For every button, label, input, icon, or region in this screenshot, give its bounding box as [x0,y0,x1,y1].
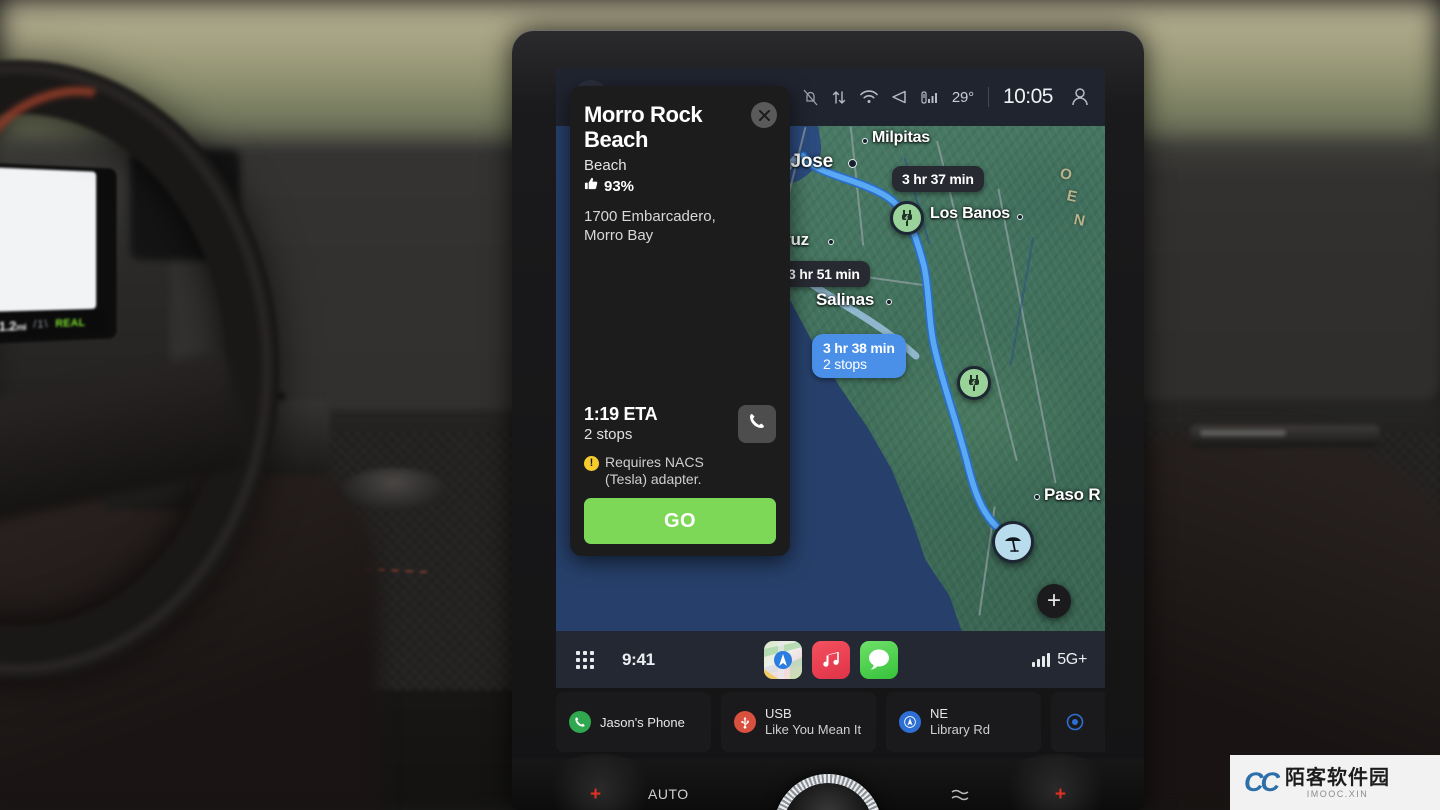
usb-icon [734,711,756,733]
quick-card-navigation-text: NE Library Rd [930,706,990,737]
wifi-icon [860,90,878,104]
eta-row: 1:19 ETA 2 stops [584,404,776,443]
map-city-dot [886,299,892,305]
route-selected-duration: 3 hr 38 min [823,340,895,356]
map-city-label: Los Banos [930,205,1010,222]
route-selected-stops: 2 stops [823,356,867,372]
map-zoom-in-button[interactable]: + [1037,584,1071,618]
map-city-dot [862,138,868,144]
driver-temp-up-button[interactable]: + [590,784,601,806]
map-city-dot [1034,494,1040,500]
ev-charger-icon[interactable] [957,366,991,400]
eta-block: 1:19 ETA 2 stops [584,404,658,443]
status-divider [987,87,989,107]
quick-card-usb[interactable]: USB Like You Mean It [721,692,876,752]
eta-value: 1:19 ETA [584,404,658,424]
map-city-label: Salinas [816,290,875,309]
ev-charger-icon[interactable] [890,201,924,235]
phone-icon [748,412,766,435]
network-type: 5G+ [1057,650,1087,668]
climate-knob-teeth [774,774,882,810]
climate-auto-button[interactable]: AUTO [648,786,689,802]
center-display-bezel: 29° 10:05 Milpitas n Jose Los Banos Cruz… [512,30,1144,810]
apple-music-app-icon[interactable] [811,640,850,679]
air-vent-right [1190,425,1380,447]
carplay-clock: 9:41 [622,649,655,669]
watermark: CC 陌客软件园 IMOOC.XIN [1230,755,1440,810]
place-title: Morro Rock Beach [584,102,703,152]
thumbs-up-icon [584,176,599,196]
go-button[interactable]: GO [584,498,776,544]
watermark-name-cn: 陌客软件园 [1285,766,1390,789]
route-selected-label[interactable]: 3 hr 38 min 2 stops [812,334,906,378]
map-city-dot [848,159,857,168]
quick-card-navigation[interactable]: NE Library Rd [886,692,1041,752]
climate-knob[interactable] [774,774,882,810]
passenger-temp-up-button[interactable]: + [1055,784,1066,806]
messages-app-icon[interactable] [859,640,898,679]
quick-access-row: Jason's Phone USB Like You Mean It NE Li… [556,692,1105,756]
navigation-arrow-icon [892,90,907,104]
route-option-label[interactable]: 3 hr 51 min [778,261,870,287]
navigation-icon [899,711,921,733]
rear-defrost-icon[interactable] [948,788,972,810]
dock-status: 5G+ [1032,651,1105,669]
route-option-label[interactable]: 3 hr 37 min [892,166,984,192]
place-category: Beach [584,157,627,174]
quick-card-phone-label: Jason's Phone [600,714,685,730]
watermark-name-en: IMOOC.XIN [1306,788,1369,799]
warning-exclamation-icon: ! [584,456,599,471]
place-detail-card: Morro Rock Beach Beach 93% 1700 Embarcad… [570,86,790,556]
quick-card-usb-text: USB Like You Mean It [765,706,862,737]
map-city-dot [828,239,834,245]
apple-maps-app-icon[interactable] [763,640,802,679]
quick-card-partial[interactable] [1051,692,1105,752]
call-place-button[interactable] [738,404,776,443]
dock-app-list [763,640,898,679]
wireless-charge-pad [342,468,446,510]
outside-temperature: 29° [951,88,974,106]
adapter-warning: ! Requires NACS (Tesla) adapter. [584,454,776,488]
dash-fabric-right [1130,170,1440,400]
phone-icon [569,711,591,733]
carplay-dock: 9:41 5G+ [556,631,1105,688]
apps-grid-icon[interactable] [576,650,594,669]
close-card-button[interactable] [751,102,777,128]
map-city-label: Milpitas [872,129,930,146]
map-city-dot [1017,214,1023,220]
card-spacer [584,245,776,404]
cellular-signal-icon [921,90,938,105]
climate-control-strip: + AUTO + [512,754,1144,810]
air-vent-right-slat [1200,430,1286,436]
eta-stops: 2 stops [584,426,633,443]
center-display-screen: 29° 10:05 Milpitas n Jose Los Banos Cruz… [556,68,1105,688]
adapter-warning-text: Requires NACS (Tesla) adapter. [605,454,704,487]
person-icon[interactable] [1071,87,1089,107]
place-address: 1700 Embarcadero, Morro Bay [584,208,716,244]
place-rating: 93% [584,176,776,196]
map-city-label: Paso R [1044,485,1101,504]
watermark-logo: CC [1244,767,1280,797]
data-transfer-icon [832,89,846,106]
system-clock: 10:05 [1002,85,1054,108]
target-icon [1064,711,1086,733]
quick-card-phone[interactable]: Jason's Phone [556,692,711,752]
mute-bell-icon [803,89,818,106]
place-rating-value: 93% [604,177,635,195]
watermark-text: 陌客软件园 IMOOC.XIN [1285,767,1390,799]
beach-umbrella-icon[interactable] [992,521,1034,563]
cellular-bars-icon [1032,652,1051,667]
